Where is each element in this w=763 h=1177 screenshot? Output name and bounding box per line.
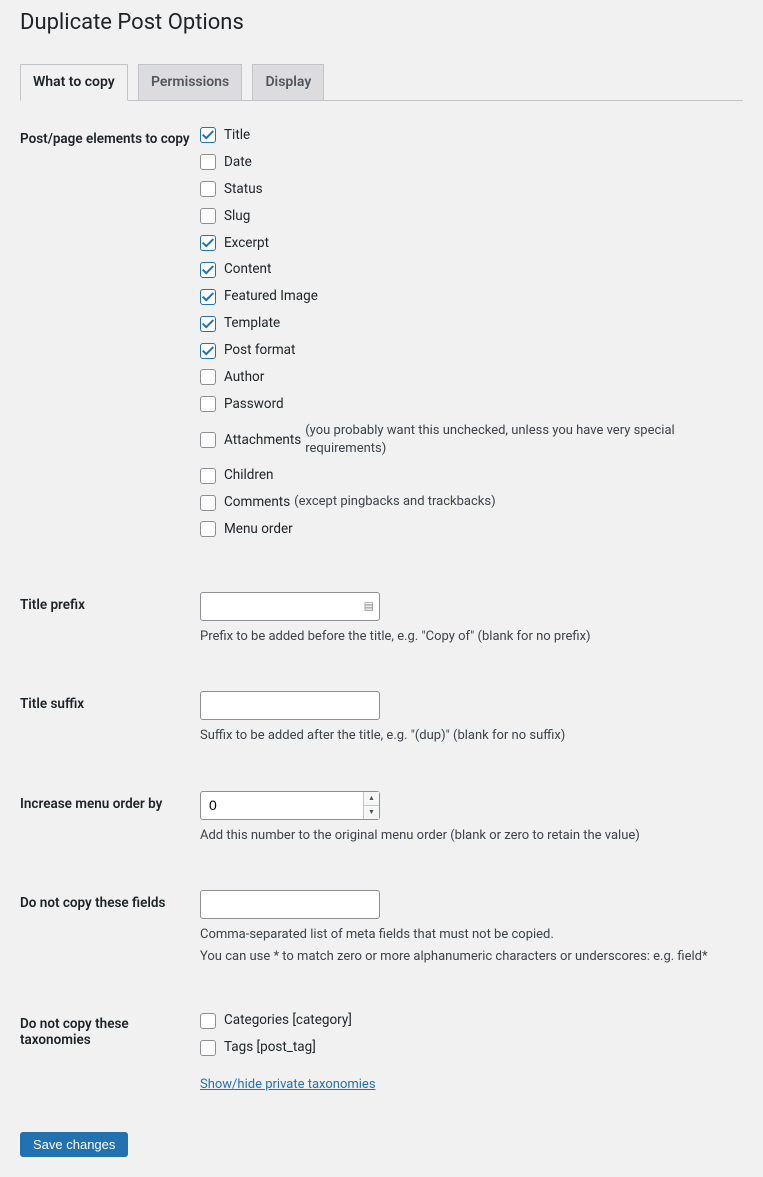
element-label[interactable]: Author — [224, 368, 264, 387]
element-row: Author — [200, 368, 733, 387]
element-row: Excerpt — [200, 234, 733, 253]
element-label[interactable]: Slug — [224, 207, 250, 226]
element-row: Slug — [200, 207, 733, 226]
taxonomy-checkbox[interactable] — [200, 1013, 216, 1029]
element-checkbox-slug[interactable] — [200, 208, 216, 224]
element-hint: (you probably want this unchecked, unles… — [305, 422, 733, 458]
element-checkbox-menu-order[interactable] — [200, 521, 216, 537]
element-checkbox-status[interactable] — [200, 181, 216, 197]
element-label[interactable]: Password — [224, 395, 284, 414]
element-checkbox-title[interactable] — [200, 127, 216, 143]
blacklist-desc-2: You can use * to match zero or more alph… — [200, 947, 733, 967]
tab-permissions[interactable]: Permissions — [138, 64, 242, 100]
element-label[interactable]: Title — [224, 126, 250, 145]
element-checkbox-date[interactable] — [200, 154, 216, 170]
element-row: Comments (except pingbacks and trackback… — [200, 493, 733, 512]
taxonomy-row: Tags [post_tag] — [200, 1038, 733, 1057]
title-prefix-desc: Prefix to be added before the title, e.g… — [200, 627, 733, 647]
element-label[interactable]: Post format — [224, 341, 295, 360]
element-checkbox-password[interactable] — [200, 396, 216, 412]
taxonomy-checkbox[interactable] — [200, 1040, 216, 1056]
title-suffix-desc: Suffix to be added after the title, e.g.… — [200, 726, 733, 746]
number-spinner: ▲ ▼ — [363, 792, 379, 819]
element-hint: (except pingbacks and trackbacks) — [294, 493, 495, 511]
element-label[interactable]: Comments — [224, 493, 290, 512]
element-checkbox-post-format[interactable] — [200, 343, 216, 359]
spinner-down-icon[interactable]: ▼ — [364, 806, 379, 819]
tab-display[interactable]: Display — [252, 64, 324, 100]
taxonomies-label: Do not copy these taxonomies — [20, 996, 200, 1122]
element-checkbox-template[interactable] — [200, 316, 216, 332]
taxonomy-label[interactable]: Categories [category] — [224, 1011, 352, 1030]
element-checkbox-excerpt[interactable] — [200, 235, 216, 251]
tab-what-to-copy[interactable]: What to copy — [20, 64, 128, 101]
element-checkbox-featured-image[interactable] — [200, 289, 216, 305]
element-row: Children — [200, 466, 733, 485]
element-checkbox-comments[interactable] — [200, 495, 216, 511]
element-label[interactable]: Status — [224, 180, 263, 199]
element-label[interactable]: Date — [224, 153, 252, 172]
save-button[interactable]: Save changes — [20, 1132, 128, 1157]
element-row: Featured Image — [200, 287, 733, 306]
element-checkbox-children[interactable] — [200, 468, 216, 484]
element-checkbox-author[interactable] — [200, 369, 216, 385]
tab-bar: What to copy Permissions Display — [20, 55, 743, 101]
menu-order-desc: Add this number to the original menu ord… — [200, 826, 733, 846]
element-row: Status — [200, 180, 733, 199]
element-row: Attachments (you probably want this unch… — [200, 422, 733, 458]
element-row: Template — [200, 314, 733, 333]
element-label[interactable]: Content — [224, 260, 271, 279]
blacklist-desc-1: Comma-separated list of meta fields that… — [200, 925, 733, 945]
element-row: Title — [200, 126, 733, 145]
taxonomy-row: Categories [category] — [200, 1011, 733, 1030]
element-label[interactable]: Attachments — [224, 431, 301, 450]
element-row: Password — [200, 395, 733, 414]
element-label[interactable]: Featured Image — [224, 287, 318, 306]
element-label[interactable]: Template — [224, 314, 280, 333]
taxonomy-label[interactable]: Tags [post_tag] — [224, 1038, 316, 1057]
element-row: Post format — [200, 341, 733, 360]
element-label[interactable]: Menu order — [224, 520, 293, 539]
element-checkbox-attachments[interactable] — [200, 432, 216, 448]
blacklist-label: Do not copy these fields — [20, 875, 200, 996]
blacklist-input[interactable] — [200, 890, 380, 919]
element-row: Content — [200, 260, 733, 279]
title-suffix-label: Title suffix — [20, 676, 200, 776]
page-title: Duplicate Post Options — [20, 10, 743, 35]
menu-order-input[interactable] — [200, 791, 380, 820]
menu-order-label: Increase menu order by — [20, 776, 200, 876]
spinner-up-icon[interactable]: ▲ — [364, 792, 379, 806]
title-suffix-input[interactable] — [200, 691, 380, 720]
title-prefix-label: Title prefix — [20, 577, 200, 677]
element-label[interactable]: Excerpt — [224, 234, 269, 253]
elements-label: Post/page elements to copy — [20, 111, 200, 577]
element-row: Date — [200, 153, 733, 172]
toggle-private-taxonomies-link[interactable]: Show/hide private taxonomies — [200, 1077, 376, 1092]
element-checkbox-content[interactable] — [200, 262, 216, 278]
element-label[interactable]: Children — [224, 466, 273, 485]
element-row: Menu order — [200, 520, 733, 539]
title-prefix-input[interactable] — [200, 592, 380, 621]
